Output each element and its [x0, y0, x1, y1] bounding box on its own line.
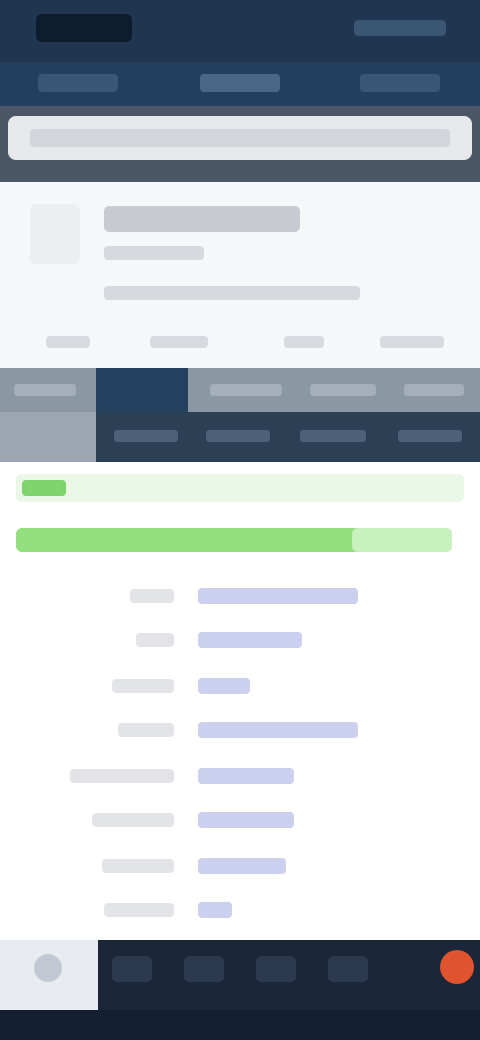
row-label	[136, 633, 174, 647]
row-value-link[interactable]	[198, 902, 232, 918]
info-row	[0, 798, 480, 842]
sub-nav	[0, 412, 480, 462]
info-row	[0, 664, 480, 708]
address-bar-container	[0, 106, 480, 182]
info-row	[0, 844, 480, 888]
tab-1[interactable]	[38, 74, 118, 92]
row-value-link[interactable]	[198, 722, 358, 738]
row-label	[118, 723, 174, 737]
row-value-link[interactable]	[198, 812, 294, 828]
row-value-link[interactable]	[198, 768, 294, 784]
status-tag	[22, 480, 66, 496]
row-label	[102, 859, 174, 873]
header-links	[0, 332, 480, 356]
info-row	[0, 618, 480, 662]
status-banner	[16, 474, 464, 502]
status-time	[36, 14, 132, 42]
content-area	[0, 462, 480, 940]
gesture-bar	[0, 1010, 480, 1040]
info-row	[0, 888, 480, 932]
page-meta	[104, 286, 360, 300]
subnav-item-1[interactable]	[0, 412, 96, 462]
home-icon	[34, 954, 62, 982]
top-tab-bar	[0, 62, 480, 106]
nav-item-4[interactable]	[310, 384, 376, 396]
subnav-item-3[interactable]	[206, 430, 270, 442]
page-thumbnail-icon	[30, 204, 80, 264]
row-label	[104, 903, 174, 917]
nav-item-5[interactable]	[404, 384, 464, 396]
toolbar-item-icon[interactable]	[112, 956, 152, 982]
status-bar	[0, 0, 480, 62]
alert-icon[interactable]	[440, 950, 474, 984]
header-link-2[interactable]	[150, 336, 208, 348]
header-link-3[interactable]	[284, 336, 324, 348]
toolbar-item-icon[interactable]	[256, 956, 296, 982]
row-value-link[interactable]	[198, 858, 286, 874]
nav-item-3[interactable]	[210, 384, 282, 396]
tab-3[interactable]	[360, 74, 440, 92]
info-row	[0, 574, 480, 618]
header-link-1[interactable]	[46, 336, 90, 348]
row-label	[112, 679, 174, 693]
nav-item-active[interactable]	[96, 368, 188, 412]
row-label	[70, 769, 174, 783]
main-nav	[0, 368, 480, 412]
toolbar-item-icon[interactable]	[184, 956, 224, 982]
info-row	[0, 754, 480, 798]
page-title	[104, 206, 300, 232]
tab-2[interactable]	[200, 74, 280, 92]
row-value-link[interactable]	[198, 632, 302, 648]
address-text	[30, 129, 450, 147]
header-link-4[interactable]	[380, 336, 444, 348]
row-value-link[interactable]	[198, 588, 358, 604]
info-row	[0, 708, 480, 752]
highlight-line-end	[352, 528, 452, 552]
page-header	[0, 182, 480, 368]
subnav-item-2[interactable]	[114, 430, 178, 442]
page-subtitle	[104, 246, 204, 260]
nav-item-1[interactable]	[14, 384, 76, 396]
subnav-item-4[interactable]	[300, 430, 366, 442]
toolbar-item-icon[interactable]	[328, 956, 368, 982]
address-bar[interactable]	[8, 116, 472, 160]
row-label	[130, 589, 174, 603]
row-value-link[interactable]	[198, 678, 250, 694]
bottom-toolbar	[0, 940, 480, 1040]
row-label	[92, 813, 174, 827]
status-indicators	[354, 20, 446, 36]
home-button[interactable]	[0, 940, 98, 1010]
subnav-item-5[interactable]	[398, 430, 462, 442]
